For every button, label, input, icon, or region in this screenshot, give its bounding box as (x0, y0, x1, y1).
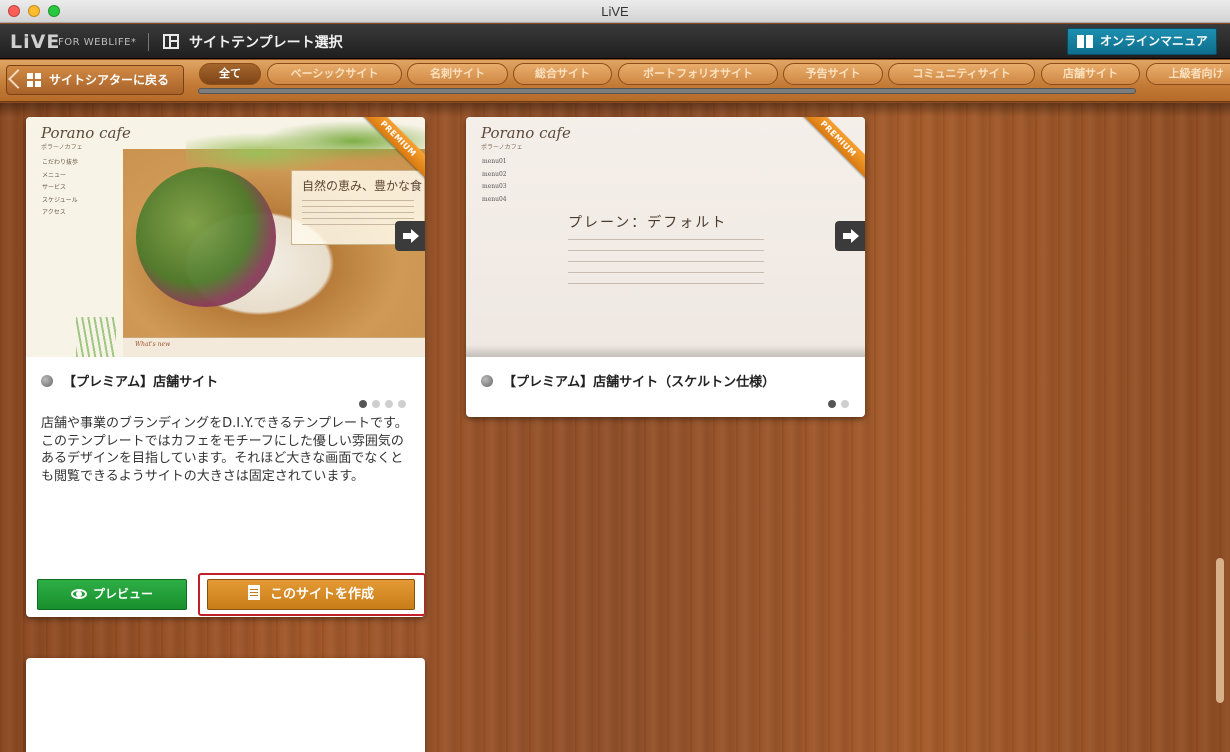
template-card[interactable] (26, 658, 425, 752)
grass-decoration (76, 317, 116, 357)
thumb-body-text (568, 239, 764, 289)
back-to-theater-button[interactable]: サイトシアターに戻る (6, 65, 184, 95)
carousel-dot[interactable] (385, 400, 393, 408)
premium-badge: PREMIUM (795, 117, 865, 184)
book-icon (1077, 35, 1093, 48)
thumb-menu-item: menu01 (482, 158, 507, 165)
app-header: LiVE FOR WEBLIFE* サイトテンプレート選択 オンラインマニュアル (0, 24, 1230, 73)
thumb-menu-item: menu04 (482, 195, 507, 203)
carousel-dots (828, 400, 849, 408)
carousel-dot[interactable] (398, 400, 406, 408)
thumb-menu-item: サービス (42, 184, 67, 191)
eye-icon (70, 589, 87, 599)
online-manual-button[interactable]: オンラインマニュアル (1067, 28, 1217, 73)
carousel-dots (359, 400, 406, 408)
card-title-text: 【プレミアム】店舗サイト（スケルトン仕様） (503, 375, 776, 390)
thumb-logo-sub: ポラーノカフェ (41, 144, 83, 151)
template-gallery: Porano cafe ポラーノカフェ こだわり抜歩 メニュー サービス スケジ… (0, 103, 1230, 752)
back-arrow-icon (8, 69, 28, 89)
thumb-logo: Porano cafe (481, 124, 571, 142)
close-window-button[interactable] (8, 5, 20, 17)
thumb-menu-item: こだわり抜歩 (42, 159, 79, 166)
thumb-heading: プレーン：デフォルト (568, 215, 728, 231)
preview-button-label: プレビュー (92, 587, 153, 601)
document-icon (247, 585, 260, 600)
tab-community-site[interactable]: コミュニティサイト (888, 63, 1035, 85)
grid-icon (27, 73, 42, 88)
thumb-menu: こだわり抜歩 メニュー サービス スケジュール アクセス (42, 157, 78, 220)
window-titlebar: LiVE (0, 0, 1230, 23)
thumb-logo: Porano cafe (41, 124, 131, 142)
thumb-menu-item: スケジュール (42, 196, 78, 204)
next-arrow-icon[interactable] (395, 221, 425, 251)
carousel-dot[interactable] (372, 400, 380, 408)
thumb-menu: menu01 menu02 menu03 menu04 (482, 156, 507, 206)
create-site-button-label: このサイトを作成 (269, 587, 374, 602)
template-card: Porano cafe ポラーノカフェ こだわり抜歩 メニュー サービス スケジ… (26, 117, 425, 617)
card-description: 店舗や事業のブランディングをD.I.Y.できるテンプレートです。このテンプレート… (41, 416, 408, 484)
card-title: 【プレミアム】店舗サイト (41, 371, 218, 390)
salad-photo (136, 167, 276, 307)
tab-portfolio-site[interactable]: ポートフォリオサイト (618, 63, 778, 85)
app-logo: LiVE (10, 31, 61, 53)
card-title: 【プレミアム】店舗サイト（スケルトン仕様） (481, 371, 775, 390)
page-title: サイトテンプレート選択 (189, 35, 343, 51)
header-divider (148, 33, 149, 51)
tab-business-card-site[interactable]: 名刺サイト (407, 63, 508, 85)
card-title-text: 【プレミアム】店舗サイト (63, 375, 219, 390)
tab-basic-site[interactable]: ベーシックサイト (267, 63, 402, 85)
carousel-dot[interactable] (359, 400, 367, 408)
tab-preview-site[interactable]: 予告サイト (783, 63, 883, 85)
thumb-menu-item: menu02 (482, 170, 507, 178)
thumb-menu-item: メニュー (42, 171, 67, 179)
tab-general-site[interactable]: 総合サイト (513, 63, 612, 85)
create-site-button[interactable]: このサイトを作成 (207, 579, 415, 610)
carousel-dot[interactable] (841, 400, 849, 408)
tabbar-scrollbar[interactable] (198, 88, 1136, 94)
window-controls (8, 5, 60, 17)
premium-badge: PREMIUM (355, 117, 425, 184)
tab-all[interactable]: 全て (199, 63, 261, 85)
template-thumbnail[interactable]: Porano cafe ポラーノカフェ menu01 menu02 menu03… (466, 117, 865, 357)
thumb-menu-item: menu03 (482, 183, 507, 190)
gallery-scrollbar[interactable] (1216, 558, 1224, 703)
template-thumbnail[interactable]: Porano cafe ポラーノカフェ こだわり抜歩 メニュー サービス スケジ… (26, 117, 425, 357)
thumb-news-bar: What's new (123, 337, 425, 357)
template-card: Porano cafe ポラーノカフェ menu01 menu02 menu03… (466, 117, 865, 417)
next-arrow-icon[interactable] (835, 221, 865, 251)
tab-shop-site[interactable]: 店舗サイト (1041, 63, 1140, 85)
zoom-window-button[interactable] (48, 5, 60, 17)
thumb-menu-item: アクセス (42, 209, 66, 216)
back-to-theater-label: サイトシアターに戻る (49, 73, 170, 87)
thumb-news-heading: What's new (135, 341, 171, 348)
layout-icon (163, 34, 179, 49)
minimize-window-button[interactable] (28, 5, 40, 17)
premium-ribbon: PREMIUM (355, 117, 425, 187)
premium-ribbon: PREMIUM (795, 117, 865, 187)
carousel-dot[interactable] (828, 400, 836, 408)
globe-icon (481, 375, 493, 387)
globe-icon (41, 375, 53, 387)
tab-advanced[interactable]: 上級者向け (1146, 63, 1230, 85)
category-tabbar: サイトシアターに戻る 全て ベーシックサイト 名刺サイト 総合サイト ポートフォ… (0, 60, 1230, 102)
window-title: LiVE (601, 4, 629, 19)
thumb-logo-sub: ポラーノカフェ (481, 144, 523, 151)
app-logo-subtitle: FOR WEBLIFE* (58, 37, 137, 48)
preview-button[interactable]: プレビュー (37, 579, 187, 610)
